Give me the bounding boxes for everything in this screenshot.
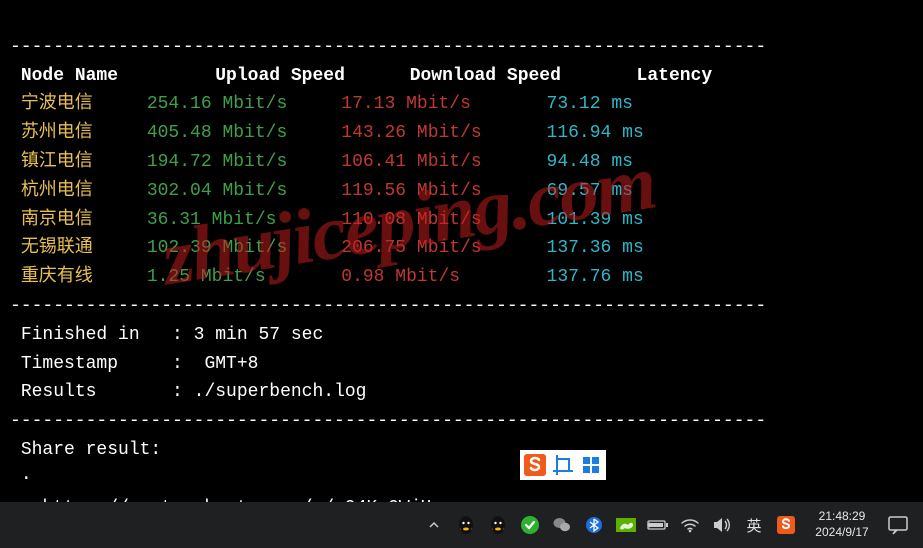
ime-toolbar[interactable] <box>520 450 606 480</box>
latency: 69.57 ms <box>547 181 633 201</box>
speedtest-row: 重庆有线 1.25 Mbit/s 0.98 Mbit/s 137.76 ms <box>10 267 644 287</box>
share-label: Share result: <box>10 440 161 460</box>
node-name: 镇江电信 <box>21 152 93 172</box>
timestamp-label: Timestamp <box>21 354 118 374</box>
upload-speed: 194.72 Mbit/s <box>147 152 287 172</box>
results-value: ./superbench.log <box>194 382 367 402</box>
divider: ----------------------------------------… <box>10 37 766 57</box>
crop-icon[interactable] <box>551 453 575 477</box>
upload-speed: 302.04 Mbit/s <box>147 181 287 201</box>
divider: ----------------------------------------… <box>10 411 766 431</box>
download-speed: 0.98 Mbit/s <box>341 267 460 287</box>
finished-line: Finished in : 3 min 57 sec <box>10 325 323 345</box>
qq-icon[interactable] <box>487 514 509 536</box>
latency: 137.36 ms <box>547 238 644 258</box>
node-name: 宁波电信 <box>21 94 93 114</box>
download-speed: 119.56 Mbit/s <box>341 181 481 201</box>
clock-date: 2024/9/17 <box>815 525 868 539</box>
finished-label: Finished in <box>21 325 140 345</box>
finished-value: 3 min 57 sec <box>194 325 324 345</box>
upload-speed: 254.16 Mbit/s <box>147 94 287 114</box>
col-latency: Latency <box>637 66 713 86</box>
node-name: 无锡联通 <box>21 238 93 258</box>
results-label: Results <box>21 382 97 402</box>
node-name: 重庆有线 <box>21 267 93 287</box>
header-row: Node Name Upload Speed Download Speed La… <box>10 66 712 86</box>
bluetooth-icon[interactable] <box>583 514 605 536</box>
download-speed: 110.08 Mbit/s <box>341 210 481 230</box>
system-tray: 英 <box>423 514 797 536</box>
node-name: 南京电信 <box>21 210 93 230</box>
speedtest-row: 南京电信 36.31 Mbit/s 110.08 Mbit/s 101.39 m… <box>10 210 644 230</box>
speedtest-row: 苏州电信 405.48 Mbit/s 143.26 Mbit/s 116.94 … <box>10 123 644 143</box>
latency: 101.39 ms <box>547 210 644 230</box>
latency: 116.94 ms <box>547 123 644 143</box>
speedtest-row: 杭州电信 302.04 Mbit/s 119.56 Mbit/s 69.57 m… <box>10 181 633 201</box>
taskbar: 英 21:48:29 2024/9/17 <box>0 502 923 548</box>
timestamp-value: GMT+8 <box>204 354 258 374</box>
upload-speed: 405.48 Mbit/s <box>147 123 287 143</box>
download-speed: 206.75 Mbit/s <box>341 238 481 258</box>
qq-icon[interactable] <box>455 514 477 536</box>
battery-icon[interactable] <box>647 514 669 536</box>
sogou-ime-icon[interactable] <box>523 453 547 477</box>
clock-time: 21:48:29 <box>819 509 866 523</box>
language-indicator[interactable]: 英 <box>743 514 765 536</box>
checkmark-icon[interactable] <box>519 514 541 536</box>
sogou-tray-icon[interactable] <box>775 514 797 536</box>
volume-icon[interactable] <box>711 514 733 536</box>
node-name: 杭州电信 <box>21 181 93 201</box>
upload-speed: 1.25 Mbit/s <box>147 267 266 287</box>
col-download: Download Speed <box>410 66 561 86</box>
timestamp-line: Timestamp : GMT+8 <box>10 354 258 374</box>
latency: 94.48 ms <box>547 152 633 172</box>
nvidia-icon[interactable] <box>615 514 637 536</box>
col-upload: Upload Speed <box>215 66 345 86</box>
download-speed: 17.13 Mbit/s <box>341 94 471 114</box>
terminal-output: ----------------------------------------… <box>0 0 923 526</box>
upload-speed: 36.31 Mbit/s <box>147 210 277 230</box>
taskbar-clock[interactable]: 21:48:29 2024/9/17 <box>807 509 877 540</box>
latency: 137.76 ms <box>547 267 644 287</box>
col-node: Node Name <box>21 66 118 86</box>
divider: ----------------------------------------… <box>10 296 766 316</box>
upload-speed: 102.39 Mbit/s <box>147 238 287 258</box>
speedtest-row: 宁波电信 254.16 Mbit/s 17.13 Mbit/s 73.12 ms <box>10 94 633 114</box>
wechat-icon[interactable] <box>551 514 573 536</box>
download-speed: 143.26 Mbit/s <box>341 123 481 143</box>
latency: 73.12 ms <box>547 94 633 114</box>
wifi-icon[interactable] <box>679 514 701 536</box>
speedtest-row: 无锡联通 102.39 Mbit/s 206.75 Mbit/s 137.36 … <box>10 238 644 258</box>
node-name: 苏州电信 <box>21 123 93 143</box>
results-line: Results : ./superbench.log <box>10 382 366 402</box>
speedtest-row: 镇江电信 194.72 Mbit/s 106.41 Mbit/s 94.48 m… <box>10 152 633 172</box>
bullet-line: · <box>10 469 32 489</box>
download-speed: 106.41 Mbit/s <box>341 152 481 172</box>
notifications-icon[interactable] <box>881 510 915 540</box>
tray-chevron-icon[interactable] <box>423 514 445 536</box>
grid-icon[interactable] <box>579 453 603 477</box>
